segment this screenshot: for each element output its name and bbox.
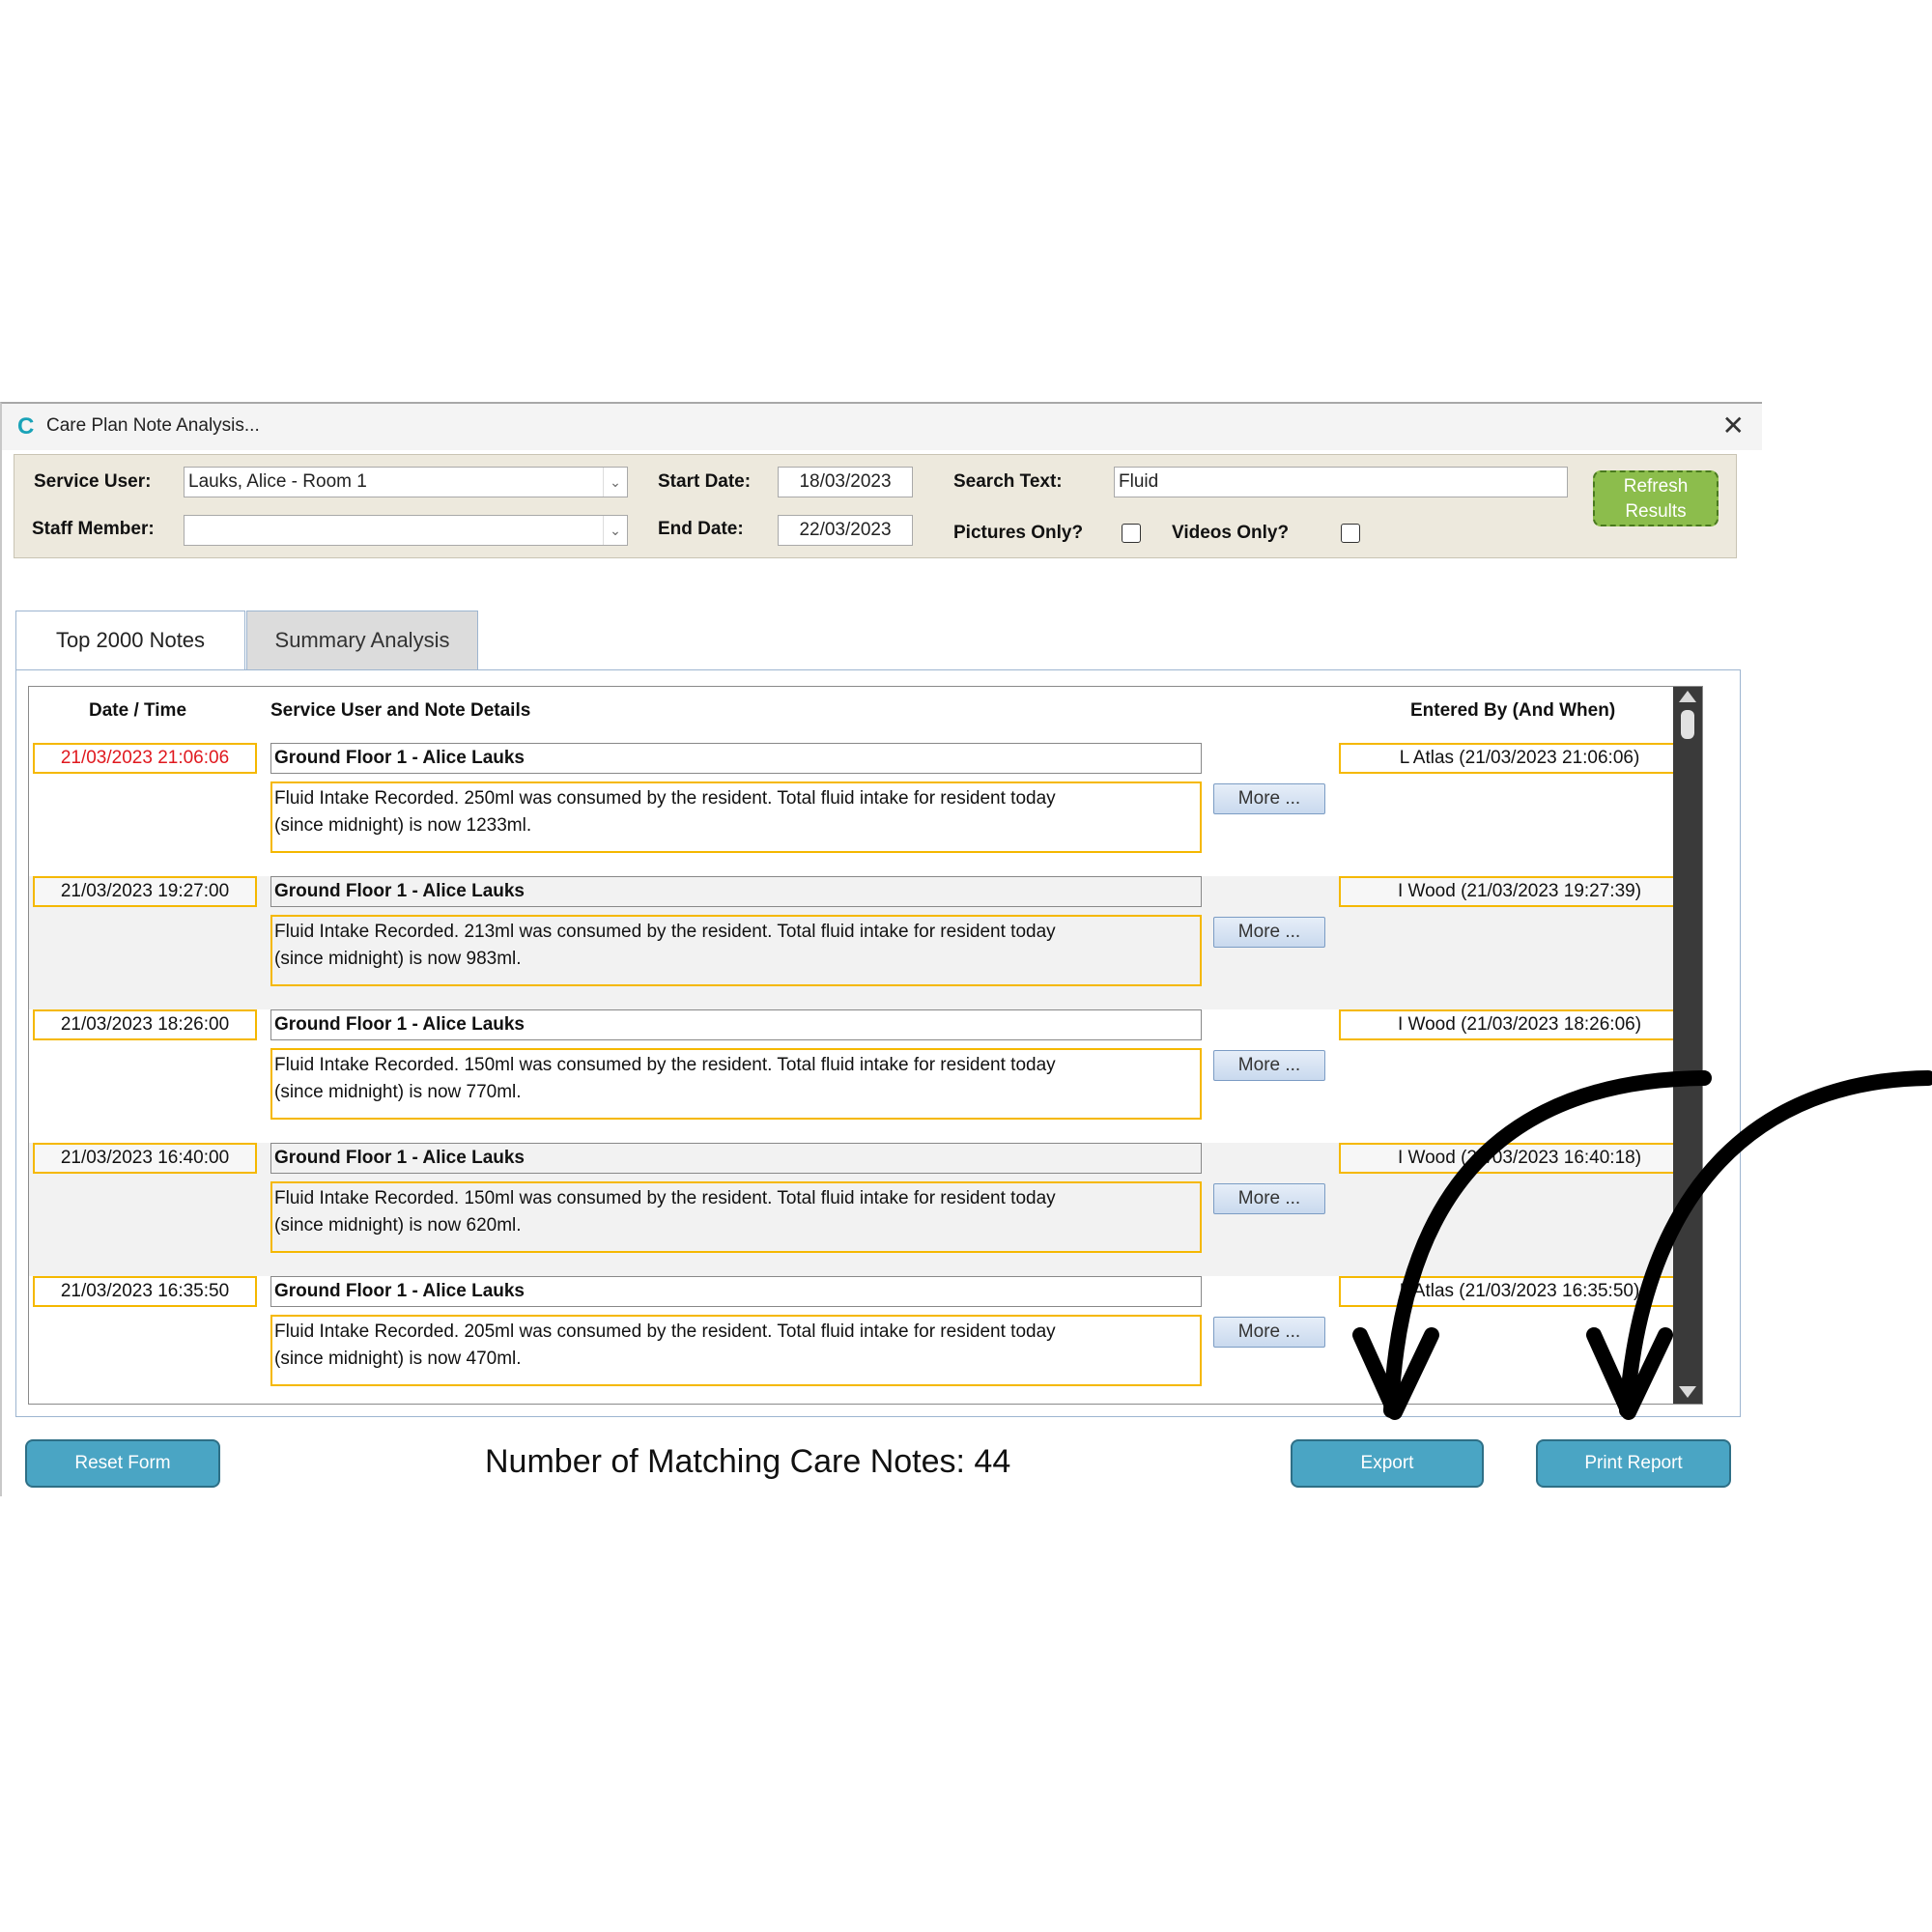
- staff-member-combo[interactable]: ⌄: [184, 515, 628, 546]
- videos-only-label: Videos Only?: [1172, 523, 1290, 543]
- row-note: Fluid Intake Recorded. 250ml was consume…: [270, 781, 1202, 853]
- row-note: Fluid Intake Recorded. 205ml was consume…: [270, 1315, 1202, 1386]
- table-row: 21/03/2023 16:35:50 Ground Floor 1 - Ali…: [29, 1276, 1702, 1404]
- end-date-field[interactable]: 22/03/2023: [778, 515, 913, 546]
- more-button[interactable]: More ...: [1213, 1317, 1325, 1348]
- row-datetime: 21/03/2023 16:35:50: [33, 1276, 257, 1307]
- service-user-combo[interactable]: Lauks, Alice - Room 1 ⌄: [184, 467, 628, 497]
- export-button[interactable]: Export: [1291, 1439, 1484, 1488]
- row-note-line1: Fluid Intake Recorded. 150ml was consume…: [274, 1188, 1056, 1208]
- row-note: Fluid Intake Recorded. 150ml was consume…: [270, 1048, 1202, 1120]
- row-entered-by: I Wood (21/03/2023 18:26:06): [1339, 1009, 1700, 1040]
- row-datetime: 21/03/2023 19:27:00: [33, 876, 257, 907]
- matching-notes-count: Number of Matching Care Notes: 44: [485, 1443, 1011, 1480]
- care-plan-note-analysis-window: C Care Plan Note Analysis... ✕ Service U…: [0, 402, 1762, 1496]
- table-row: 21/03/2023 18:26:00 Ground Floor 1 - Ali…: [29, 1009, 1702, 1143]
- row-note-line1: Fluid Intake Recorded. 213ml was consume…: [274, 922, 1056, 942]
- row-note: Fluid Intake Recorded. 213ml was consume…: [270, 915, 1202, 986]
- row-note-line2: (since midnight) is now 770ml.: [274, 1082, 522, 1102]
- service-user-label: Service User:: [34, 471, 152, 492]
- row-entered-by: I Wood (21/03/2023 19:27:39): [1339, 876, 1700, 907]
- staff-member-label: Staff Member:: [32, 519, 155, 539]
- reset-form-button[interactable]: Reset Form: [25, 1439, 220, 1488]
- row-note-line2: (since midnight) is now 983ml.: [274, 949, 522, 969]
- search-text-input[interactable]: Fluid: [1114, 467, 1568, 497]
- row-note-line1: Fluid Intake Recorded. 205ml was consume…: [274, 1321, 1056, 1342]
- row-datetime: 21/03/2023 16:40:00: [33, 1143, 257, 1174]
- close-icon[interactable]: ✕: [1722, 410, 1745, 441]
- more-button[interactable]: More ...: [1213, 1183, 1325, 1214]
- filter-panel: Service User: Lauks, Alice - Room 1 ⌄ St…: [14, 454, 1737, 558]
- header-details: Service User and Note Details: [270, 700, 531, 721]
- row-entered-by: L Atlas (21/03/2023 16:35:50): [1339, 1276, 1700, 1307]
- refresh-label-line2: Results: [1625, 501, 1687, 522]
- service-user-value: Lauks, Alice - Room 1: [188, 471, 367, 492]
- table-row: 21/03/2023 16:40:00 Ground Floor 1 - Ali…: [29, 1143, 1702, 1276]
- header-datetime: Date / Time: [89, 700, 187, 721]
- row-note-line1: Fluid Intake Recorded. 250ml was consume…: [274, 788, 1056, 809]
- title-bar: C Care Plan Note Analysis... ✕: [2, 404, 1762, 450]
- pictures-only-label: Pictures Only?: [953, 523, 1084, 543]
- search-text-label: Search Text:: [953, 471, 1063, 492]
- vertical-scrollbar[interactable]: [1673, 687, 1702, 1404]
- row-note-line2: (since midnight) is now 620ml.: [274, 1215, 522, 1236]
- row-note-line2: (since midnight) is now 470ml.: [274, 1349, 522, 1369]
- chevron-down-icon[interactable]: ⌄: [603, 516, 627, 545]
- more-button[interactable]: More ...: [1213, 783, 1325, 814]
- print-report-button[interactable]: Print Report: [1536, 1439, 1731, 1488]
- row-datetime: 21/03/2023 21:06:06: [33, 743, 257, 774]
- notes-tab-panel: Date / Time Service User and Note Detail…: [15, 669, 1741, 1417]
- scroll-thumb[interactable]: [1681, 710, 1694, 739]
- scroll-up-icon[interactable]: [1679, 691, 1696, 702]
- row-unit: Ground Floor 1 - Alice Lauks: [270, 1009, 1202, 1040]
- chevron-down-icon[interactable]: ⌄: [603, 468, 627, 497]
- table-row: 21/03/2023 21:06:06 Ground Floor 1 - Ali…: [29, 743, 1702, 876]
- scroll-down-icon[interactable]: [1679, 1386, 1696, 1398]
- row-unit: Ground Floor 1 - Alice Lauks: [270, 876, 1202, 907]
- row-note-line1: Fluid Intake Recorded. 150ml was consume…: [274, 1055, 1056, 1075]
- row-entered-by: I Wood (21/03/2023 16:40:18): [1339, 1143, 1700, 1174]
- tab-summary-analysis[interactable]: Summary Analysis: [246, 611, 478, 670]
- start-date-label: Start Date:: [658, 471, 752, 492]
- end-date-label: End Date:: [658, 519, 744, 539]
- row-unit: Ground Floor 1 - Alice Lauks: [270, 1276, 1202, 1307]
- pictures-only-checkbox[interactable]: [1122, 524, 1141, 543]
- refresh-results-button[interactable]: Refresh Results: [1593, 470, 1719, 526]
- refresh-label-line1: Refresh: [1623, 476, 1689, 497]
- row-unit: Ground Floor 1 - Alice Lauks: [270, 1143, 1202, 1174]
- tab-top-2000-notes[interactable]: Top 2000 Notes: [15, 611, 245, 670]
- more-button[interactable]: More ...: [1213, 1050, 1325, 1081]
- header-entered-by: Entered By (And When): [1410, 700, 1616, 721]
- start-date-field[interactable]: 18/03/2023: [778, 467, 913, 497]
- table-row: 21/03/2023 19:27:00 Ground Floor 1 - Ali…: [29, 876, 1702, 1009]
- app-logo-icon: C: [17, 413, 35, 440]
- videos-only-checkbox[interactable]: [1341, 524, 1360, 543]
- row-unit: Ground Floor 1 - Alice Lauks: [270, 743, 1202, 774]
- window-title: Care Plan Note Analysis...: [46, 415, 260, 436]
- row-note-line2: (since midnight) is now 1233ml.: [274, 815, 532, 836]
- row-datetime: 21/03/2023 18:26:00: [33, 1009, 257, 1040]
- row-note: Fluid Intake Recorded. 150ml was consume…: [270, 1181, 1202, 1253]
- notes-grid: Date / Time Service User and Note Detail…: [28, 686, 1703, 1405]
- row-entered-by: L Atlas (21/03/2023 21:06:06): [1339, 743, 1700, 774]
- more-button[interactable]: More ...: [1213, 917, 1325, 948]
